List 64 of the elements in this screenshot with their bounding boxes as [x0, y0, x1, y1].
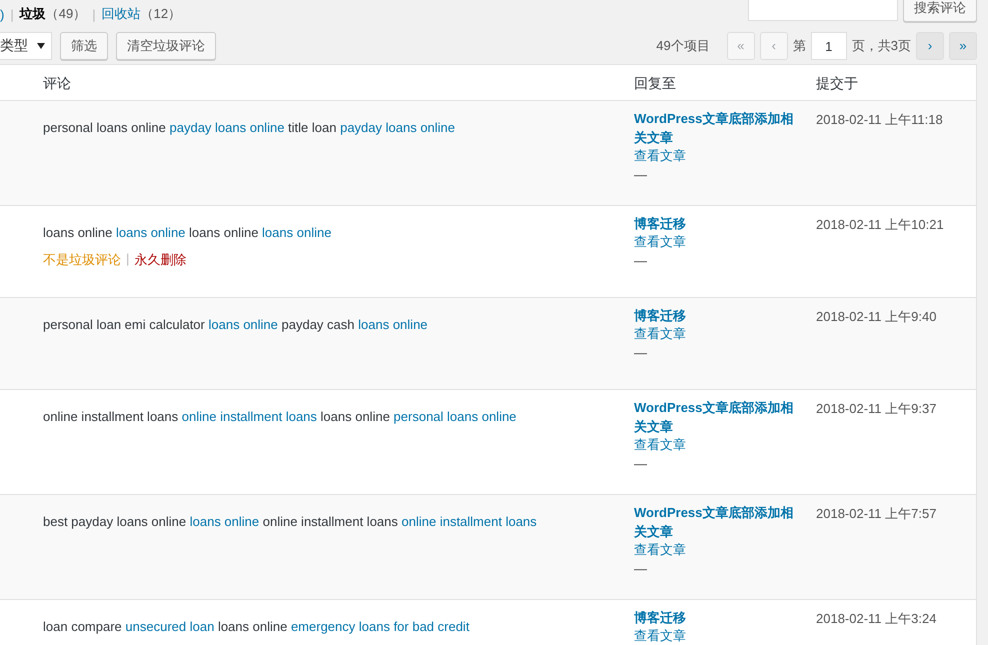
dash-text: —: [634, 455, 648, 473]
comment-text: personal loan emi calculator loans online payday cash loans online: [43, 316, 429, 334]
comment-link[interactable]: online installment loans: [402, 514, 537, 529]
comment-text: personal loans online payday loans online title loan payday loans online: [43, 119, 456, 137]
comment-link[interactable]: loans online: [358, 317, 428, 332]
search-button[interactable]: 搜索评论: [903, 0, 977, 22]
view-post-link[interactable]: 查看文章: [634, 233, 808, 251]
submitted-date: 2018-02-11 上午7:57: [816, 505, 938, 523]
next-page-button[interactable]: ›: [916, 32, 944, 60]
column-header: 提交于: [816, 74, 859, 93]
dash-text: —: [634, 560, 648, 578]
column-header: 回复至: [634, 74, 677, 93]
dash-text: —: [634, 166, 648, 184]
status-link[interactable]: 垃圾（49）: [20, 5, 86, 23]
comment-link[interactable]: loans online: [116, 225, 186, 240]
dash-text: —: [634, 344, 648, 362]
page-label: 第: [792, 37, 806, 55]
view-post-link[interactable]: 查看文章: [634, 541, 808, 559]
search-field[interactable]: [748, 0, 898, 21]
page-field[interactable]: 1: [810, 32, 847, 60]
submitted-date: 2018-02-11 上午11:18: [816, 111, 944, 129]
post-title-link[interactable]: 博客迁移: [634, 608, 794, 627]
caret-icon: [37, 43, 45, 49]
filter-button[interactable]: 筛选: [60, 32, 108, 60]
comment-link[interactable]: online installment loans: [182, 409, 317, 424]
separator: |: [126, 251, 130, 268]
view-post-link[interactable]: 查看文章: [634, 147, 808, 165]
view-post-link[interactable]: 查看文章: [634, 627, 808, 645]
empty-spam-button[interactable]: 清空垃圾评论: [116, 32, 216, 60]
submitted-date: 2018-02-11 上午9:40: [816, 308, 938, 326]
comment-link[interactable]: personal loans online: [394, 409, 516, 424]
delete-link[interactable]: 永久删除: [134, 251, 186, 269]
comment-text: online installment loans online installment loans loans online personal loans online: [43, 408, 518, 426]
view-post-link[interactable]: 查看文章: [634, 436, 808, 454]
comment-link[interactable]: emergency loans for bad credit: [290, 619, 470, 634]
submitted-date: 2018-02-11 上午3:24: [816, 610, 938, 628]
post-title-link[interactable]: WordPress文章底部添加相关文章: [634, 109, 794, 147]
submitted-date: 2018-02-11 上午9:37: [816, 400, 938, 418]
post-title-link[interactable]: WordPress文章底部添加相关文章: [634, 503, 794, 541]
separator: |: [10, 6, 14, 22]
comment-link[interactable]: unsecured loan: [125, 619, 214, 634]
last-page-button[interactable]: »: [949, 32, 977, 60]
comment-link[interactable]: loans online: [208, 317, 278, 332]
separator: |: [92, 6, 96, 22]
comment-text: loans online loans online loans online loans online: [43, 224, 332, 242]
view-post-link[interactable]: 查看文章: [634, 325, 808, 343]
page-total: 页，共3页: [852, 37, 911, 55]
dash-text: —: [634, 252, 648, 270]
comment-link[interactable]: loans online: [190, 514, 260, 529]
not-spam-link[interactable]: 不是垃圾评论: [43, 251, 121, 269]
post-title-link[interactable]: 博客迁移: [634, 306, 794, 325]
submitted-date: 2018-02-11 上午10:21: [816, 216, 945, 234]
type-select[interactable]: 类型: [0, 32, 52, 60]
comment-text: best payday loans online loans online online installment loans online installment loans: [43, 513, 538, 531]
comment-link[interactable]: payday loans online: [170, 120, 284, 135]
column-header: 评论: [42, 74, 72, 93]
comment-link[interactable]: payday loans online: [340, 120, 456, 135]
post-title-link[interactable]: WordPress文章底部添加相关文章: [634, 398, 794, 436]
status-link[interactable]: ): [0, 6, 4, 22]
item-count: 49个项目: [656, 37, 710, 55]
status-link[interactable]: 回收站（12）: [102, 5, 182, 23]
comment-link[interactable]: loans online: [262, 225, 332, 240]
post-title-link[interactable]: 博客迁移: [634, 214, 794, 233]
comment-text: loan compare unsecured loan loans online emergency loans for bad credit: [43, 618, 470, 636]
